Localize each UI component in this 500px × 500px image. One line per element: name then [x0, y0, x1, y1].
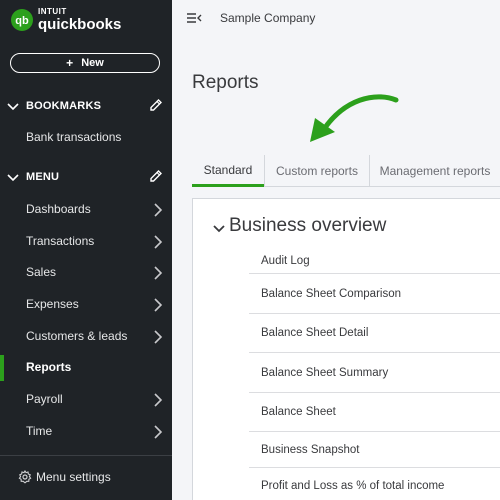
- sidebar-item-time[interactable]: Time: [0, 417, 172, 445]
- report-row-profit-loss-percent[interactable]: Profit and Loss as % of total income: [249, 468, 500, 500]
- tab-standard[interactable]: Standard: [192, 155, 264, 187]
- chevron-right-icon: [153, 203, 163, 222]
- pencil-icon[interactable]: [148, 97, 164, 118]
- new-button[interactable]: + New: [10, 53, 160, 73]
- report-name: Business Snapshot: [261, 443, 360, 456]
- sidebar-item-label: Expenses: [26, 297, 79, 311]
- tab-custom-reports[interactable]: Custom reports: [265, 155, 369, 187]
- top-bar: Sample Company: [172, 0, 500, 36]
- qb-logo-icon: qb: [11, 9, 33, 31]
- chevron-down-icon: [7, 99, 19, 117]
- logo-intuit-text: INTUIT: [38, 7, 67, 16]
- sidebar-item-expenses[interactable]: Expenses: [0, 290, 172, 318]
- sidebar-divider: [0, 455, 172, 456]
- chevron-right-icon: [153, 330, 163, 349]
- report-row-balance-sheet-comparison[interactable]: Balance Sheet Comparison: [249, 274, 500, 314]
- quickbooks-logo[interactable]: qb INTUIT quickbooks: [11, 8, 121, 32]
- chevron-down-icon: [7, 170, 19, 188]
- menu-settings-button[interactable]: Menu settings: [0, 466, 172, 488]
- group-title: Business overview: [229, 215, 387, 236]
- report-name: Audit Log: [261, 254, 310, 267]
- report-row-business-snapshot[interactable]: Business Snapshot: [249, 432, 500, 468]
- svg-text:qb: qb: [15, 15, 29, 27]
- sidebar-item-customers-leads[interactable]: Customers & leads: [0, 322, 172, 350]
- company-name[interactable]: Sample Company: [220, 11, 315, 25]
- report-row-balance-sheet[interactable]: Balance Sheet: [249, 393, 500, 432]
- reports-card: Business overview Audit Log Balance Shee…: [192, 198, 500, 500]
- chevron-down-icon: [213, 221, 225, 239]
- sidebar-item-label: Dashboards: [26, 202, 91, 216]
- tab-management-reports[interactable]: Management reports: [370, 155, 500, 187]
- sidebar-item-label: Bank transactions: [26, 130, 122, 144]
- menu-section-header[interactable]: MENU: [0, 167, 172, 187]
- report-row-balance-sheet-detail[interactable]: Balance Sheet Detail: [249, 314, 500, 353]
- sidebar-item-transactions[interactable]: Transactions: [0, 227, 172, 255]
- gear-icon: [18, 469, 32, 489]
- sidebar: qb INTUIT quickbooks + New BOOKMARKS Ban…: [0, 0, 172, 500]
- sidebar-item-dashboards[interactable]: Dashboards: [0, 195, 172, 223]
- plus-icon: +: [66, 56, 74, 70]
- sidebar-item-label: Customers & leads: [26, 329, 128, 343]
- page-title: Reports: [192, 72, 259, 93]
- sidebar-item-label: Transactions: [26, 234, 95, 248]
- sidebar-item-bank-transactions[interactable]: Bank transactions: [0, 123, 172, 151]
- report-name: Balance Sheet Detail: [261, 327, 369, 339]
- chevron-right-icon: [153, 298, 163, 317]
- chevron-right-icon: [153, 266, 163, 285]
- sidebar-item-payroll[interactable]: Payroll: [0, 385, 172, 413]
- collapse-menu-icon[interactable]: [186, 11, 202, 30]
- bookmarks-section-header[interactable]: BOOKMARKS: [0, 96, 172, 116]
- sidebar-item-label: Reports: [26, 360, 72, 374]
- report-tabs: Standard Custom reports Management repor…: [192, 155, 500, 187]
- logo-product-text: quickbooks: [38, 16, 122, 33]
- report-name: Balance Sheet: [261, 406, 336, 418]
- sidebar-item-label: Payroll: [26, 392, 63, 406]
- chevron-right-icon: [153, 235, 163, 254]
- sidebar-item-reports[interactable]: Reports: [0, 353, 172, 381]
- new-button-label: New: [81, 57, 104, 69]
- business-overview-header[interactable]: Business overview: [193, 213, 500, 241]
- main-content: Sample Company Reports Standard Custom r…: [172, 0, 500, 500]
- sidebar-item-sales[interactable]: Sales: [0, 258, 172, 286]
- sidebar-item-label: Sales: [26, 265, 57, 279]
- pencil-icon[interactable]: [148, 168, 164, 189]
- chevron-right-icon: [153, 393, 163, 412]
- report-row-audit-log[interactable]: Audit Log: [249, 248, 500, 274]
- bookmarks-label: BOOKMARKS: [26, 100, 102, 112]
- menu-label: MENU: [26, 171, 60, 183]
- report-row-balance-sheet-summary[interactable]: Balance Sheet Summary: [249, 353, 500, 393]
- annotation-arrow-icon: [304, 92, 400, 155]
- menu-settings-label: Menu settings: [36, 470, 111, 484]
- report-name: Profit and Loss as % of total income: [261, 480, 445, 492]
- active-indicator: [0, 355, 4, 381]
- sidebar-item-label: Time: [26, 424, 53, 438]
- chevron-right-icon: [153, 425, 163, 444]
- report-name: Balance Sheet Comparison: [261, 287, 401, 300]
- report-name: Balance Sheet Summary: [261, 366, 389, 379]
